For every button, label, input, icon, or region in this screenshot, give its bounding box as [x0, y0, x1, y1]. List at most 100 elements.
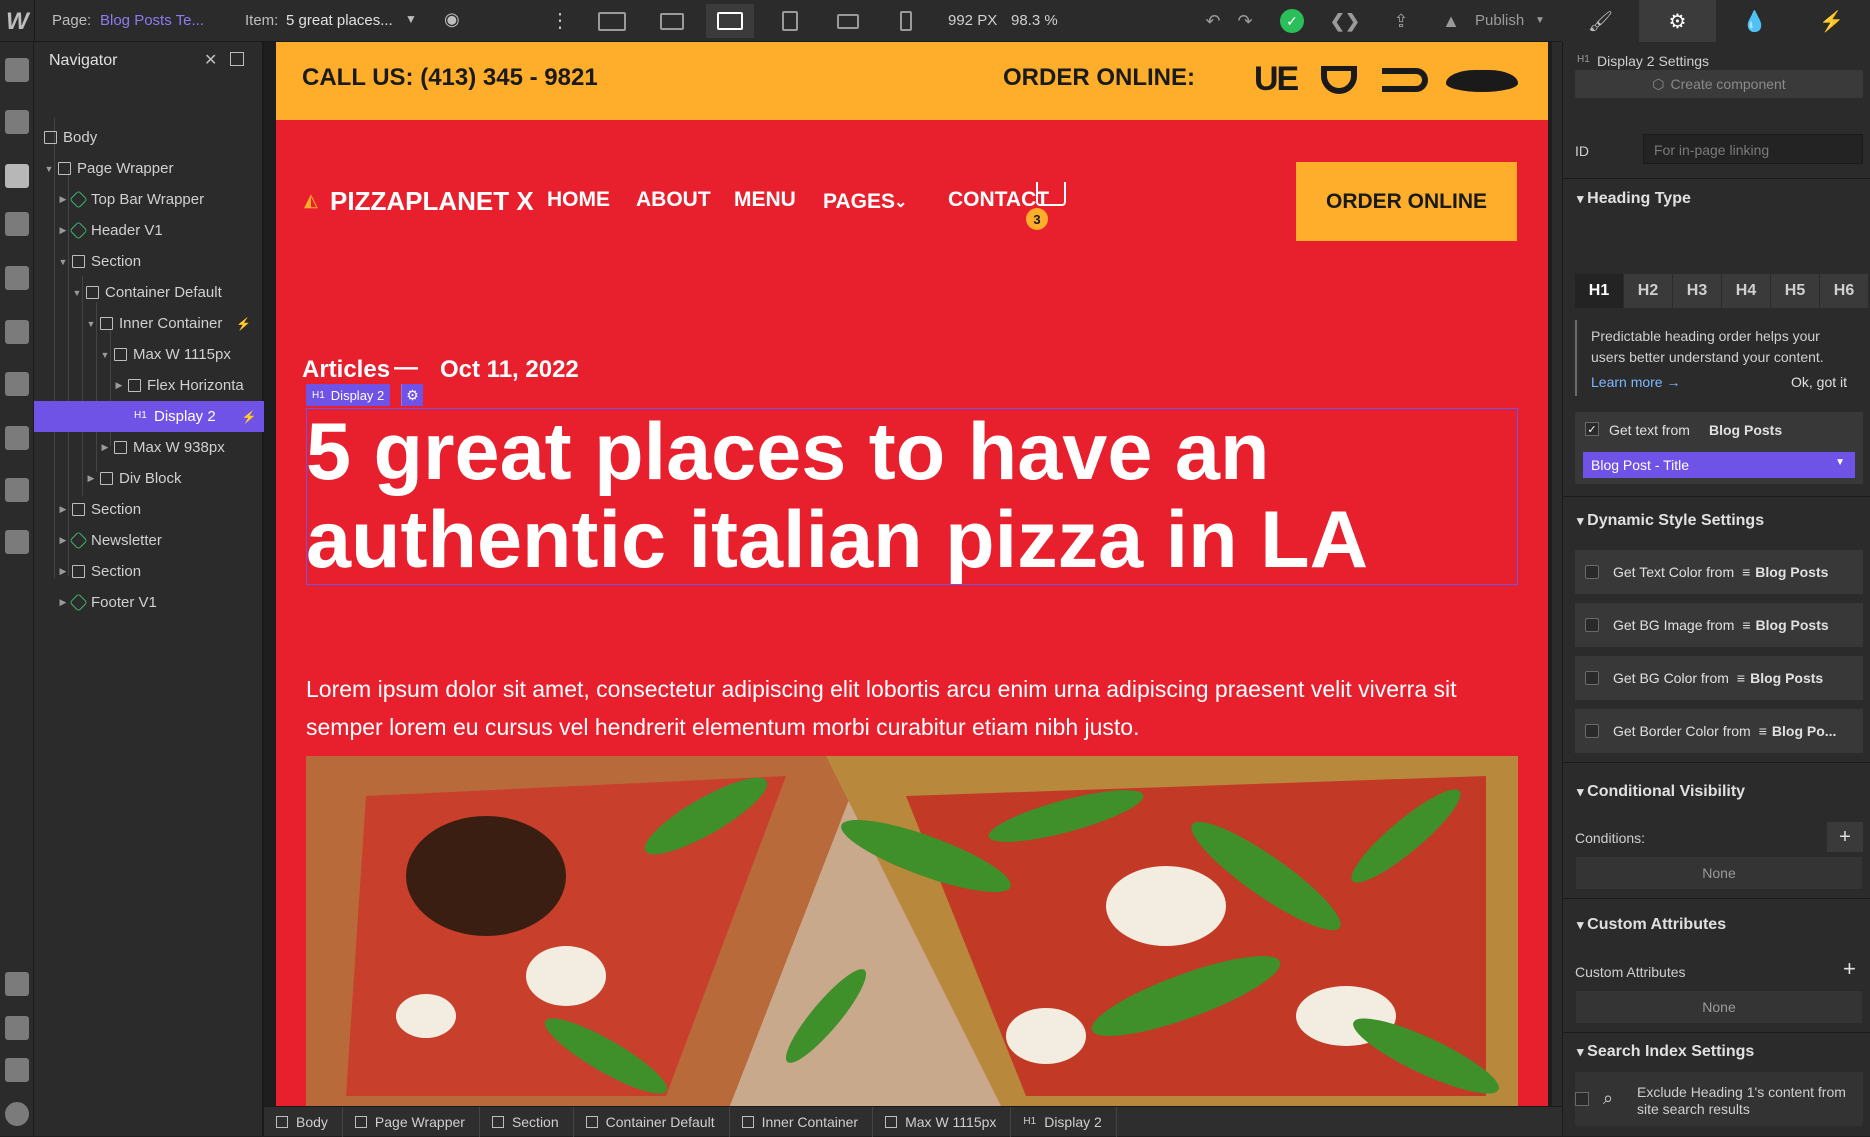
add-attribute-icon[interactable]: + — [1843, 956, 1856, 982]
ok-got-it-button[interactable]: Ok, got it — [1791, 374, 1847, 390]
status-check-icon[interactable]: ✓ — [1280, 9, 1304, 33]
id-input[interactable]: For in-page linking — [1643, 134, 1863, 164]
element-settings-gear-icon[interactable]: ⚙ — [401, 384, 423, 406]
more-options-icon[interactable]: ⋮ — [550, 8, 570, 33]
collaborators-icon[interactable] — [5, 1058, 29, 1082]
nav-about[interactable]: ABOUT — [636, 188, 711, 212]
page-selector[interactable]: Blog Posts Te... — [100, 12, 204, 29]
dynamic-bg-color-row[interactable]: Get BG Color from ≡ Blog Posts — [1575, 656, 1863, 700]
tree-item-container-default[interactable]: ▼ Container Default — [34, 277, 264, 308]
code-icon[interactable]: ❮❯ — [1328, 6, 1362, 36]
search-icon[interactable] — [5, 1016, 29, 1040]
settings-icon[interactable] — [5, 478, 29, 502]
search-index-header[interactable]: Search Index Settings — [1577, 1043, 1754, 1061]
tree-item-body[interactable]: Body — [34, 122, 264, 153]
dynamic-bg-image-row[interactable]: Get BG Image from ≡ Blog Posts — [1575, 603, 1863, 647]
item-selector[interactable]: 5 great places... — [286, 12, 393, 29]
exclude-checkbox[interactable] — [1575, 1092, 1589, 1106]
pizza-logo-icon[interactable]: ◭ — [304, 190, 322, 210]
checkbox[interactable] — [1585, 565, 1599, 579]
pages-chevron-down-icon[interactable]: ⌄ — [894, 192, 907, 212]
breadcrumb-body[interactable]: Body — [264, 1106, 343, 1137]
heading-h3-button[interactable]: H3 — [1673, 274, 1721, 308]
ecommerce-cart-icon[interactable] — [5, 372, 29, 396]
undo-icon[interactable]: ↶ — [1198, 6, 1228, 36]
breakpoint-large-desktop-icon[interactable] — [588, 4, 636, 38]
style-manager-drops-icon[interactable]: 💧 — [1716, 0, 1793, 42]
interactions-bolt-icon[interactable]: ⚡ — [1793, 0, 1870, 42]
checkbox[interactable] — [1585, 671, 1599, 685]
assets-icon[interactable] — [5, 426, 29, 450]
pin-panel-icon[interactable] — [230, 52, 244, 66]
breakpoint-landscape-icon[interactable] — [824, 4, 872, 38]
nav-home[interactable]: HOME — [547, 188, 610, 212]
heading-h1-button[interactable]: H1 — [1575, 274, 1623, 308]
nav-menu[interactable]: MENU — [734, 188, 796, 212]
add-condition-button[interactable]: + — [1827, 822, 1863, 852]
dynamic-style-header[interactable]: Dynamic Style Settings — [1577, 512, 1764, 530]
nav-pages[interactable]: PAGES — [823, 190, 895, 214]
grubhub-logo-icon[interactable] — [1321, 66, 1357, 94]
help-icon[interactable] — [5, 1102, 29, 1126]
tree-item-page-wrapper[interactable]: ▼ Page Wrapper — [34, 153, 264, 184]
breadcrumb-section[interactable]: Section — [480, 1106, 574, 1137]
field-select[interactable]: Blog Post - Title ▼ — [1583, 452, 1855, 478]
breakpoint-desktop-icon[interactable] — [648, 4, 696, 38]
learn-more-link[interactable]: Learn more → — [1591, 374, 1680, 390]
dynamic-text-color-row[interactable]: Get Text Color from ≡ Blog Posts — [1575, 550, 1863, 594]
conditional-visibility-header[interactable]: Conditional Visibility — [1577, 783, 1745, 801]
custom-attributes-header[interactable]: Custom Attributes — [1577, 916, 1726, 934]
breadcrumb-container-default[interactable]: Container Default — [574, 1106, 730, 1137]
settings-gear-icon[interactable]: ⚙ — [1639, 0, 1716, 42]
breadcrumb-page-wrapper[interactable]: Page Wrapper — [343, 1106, 480, 1137]
doordash-logo-icon[interactable] — [1382, 68, 1428, 92]
tree-item-newsletter[interactable]: ▶ Newsletter — [34, 525, 264, 556]
tree-item-max-w-938[interactable]: ▶ Max W 938px — [34, 432, 264, 463]
brand-name[interactable]: PIZZAPLANET X — [330, 186, 534, 217]
heading-h2-button[interactable]: H2 — [1624, 274, 1672, 308]
tree-item-section-2[interactable]: ▶ Section — [34, 494, 264, 525]
redo-icon[interactable]: ↷ — [1230, 6, 1260, 36]
tree-item-max-w-1115[interactable]: ▼ Max W 1115px — [34, 339, 264, 370]
tree-item-flex-horizontal[interactable]: ▶ Flex Horizonta — [34, 370, 264, 401]
tree-item-div-block[interactable]: ▶ Div Block — [34, 463, 264, 494]
tree-item-inner-container[interactable]: ▼ Inner Container ⚡ — [34, 308, 264, 339]
heading-h5-button[interactable]: H5 — [1771, 274, 1819, 308]
heading-type-header[interactable]: Heading Type — [1577, 190, 1691, 208]
heading-h6-button[interactable]: H6 — [1820, 274, 1868, 308]
webflow-logo[interactable]: W — [6, 8, 29, 36]
dynamic-border-color-row[interactable]: Get Border Color from ≡ Blog Po... — [1575, 709, 1863, 753]
breadcrumb-display-2[interactable]: H1 Display 2 — [1011, 1106, 1117, 1137]
article-intro[interactable]: Lorem ipsum dolor sit amet, consectetur … — [306, 670, 1506, 746]
get-text-checkbox[interactable]: ✓ — [1585, 422, 1599, 436]
preview-eye-icon[interactable]: ◉ — [444, 9, 460, 30]
publish-chevron-icon[interactable]: ▼ — [1535, 15, 1545, 26]
postmates-logo-icon[interactable] — [1446, 70, 1518, 92]
pages-icon[interactable] — [5, 212, 29, 236]
cart-icon[interactable] — [1036, 182, 1066, 206]
selected-element-label[interactable]: H1 Display 2 — [306, 384, 391, 406]
ubereats-logo[interactable]: UE — [1254, 60, 1299, 99]
tree-item-display-2[interactable]: H1 Display 2 ⚡ — [34, 401, 264, 432]
tasks-check-icon[interactable] — [5, 972, 29, 996]
users-icon[interactable] — [5, 320, 29, 344]
components-box-icon[interactable] — [5, 110, 29, 134]
breadcrumb-inner-container[interactable]: Inner Container — [730, 1106, 874, 1137]
tree-item-footer-v1[interactable]: ▶ Footer V1 — [34, 587, 264, 618]
heading-h4-button[interactable]: H4 — [1722, 274, 1770, 308]
breakpoint-tablet-icon[interactable] — [766, 4, 814, 38]
navigator-icon[interactable] — [5, 164, 29, 188]
tree-item-header-v1[interactable]: ▶ Header V1 — [34, 215, 264, 246]
tree-item-section[interactable]: ▼ Section — [34, 246, 264, 277]
create-component-button[interactable]: ⬡ Create component — [1575, 70, 1863, 98]
publish-rocket-icon[interactable]: ▲ — [1438, 6, 1464, 36]
tree-item-top-bar-wrapper[interactable]: ▶ Top Bar Wrapper — [34, 184, 264, 215]
article-category[interactable]: Articles — [302, 356, 390, 384]
checkbox[interactable] — [1585, 618, 1599, 632]
checkbox[interactable] — [1585, 724, 1599, 738]
item-chevron-down-icon[interactable]: ▼ — [405, 12, 417, 26]
design-canvas[interactable]: CALL US: (413) 345 - 9821 ORDER ONLINE: … — [264, 42, 1552, 1106]
breakpoint-base-icon[interactable] — [706, 4, 754, 38]
style-brush-icon[interactable]: 🖌 — [1562, 0, 1639, 42]
add-elements-icon[interactable] — [5, 58, 29, 82]
